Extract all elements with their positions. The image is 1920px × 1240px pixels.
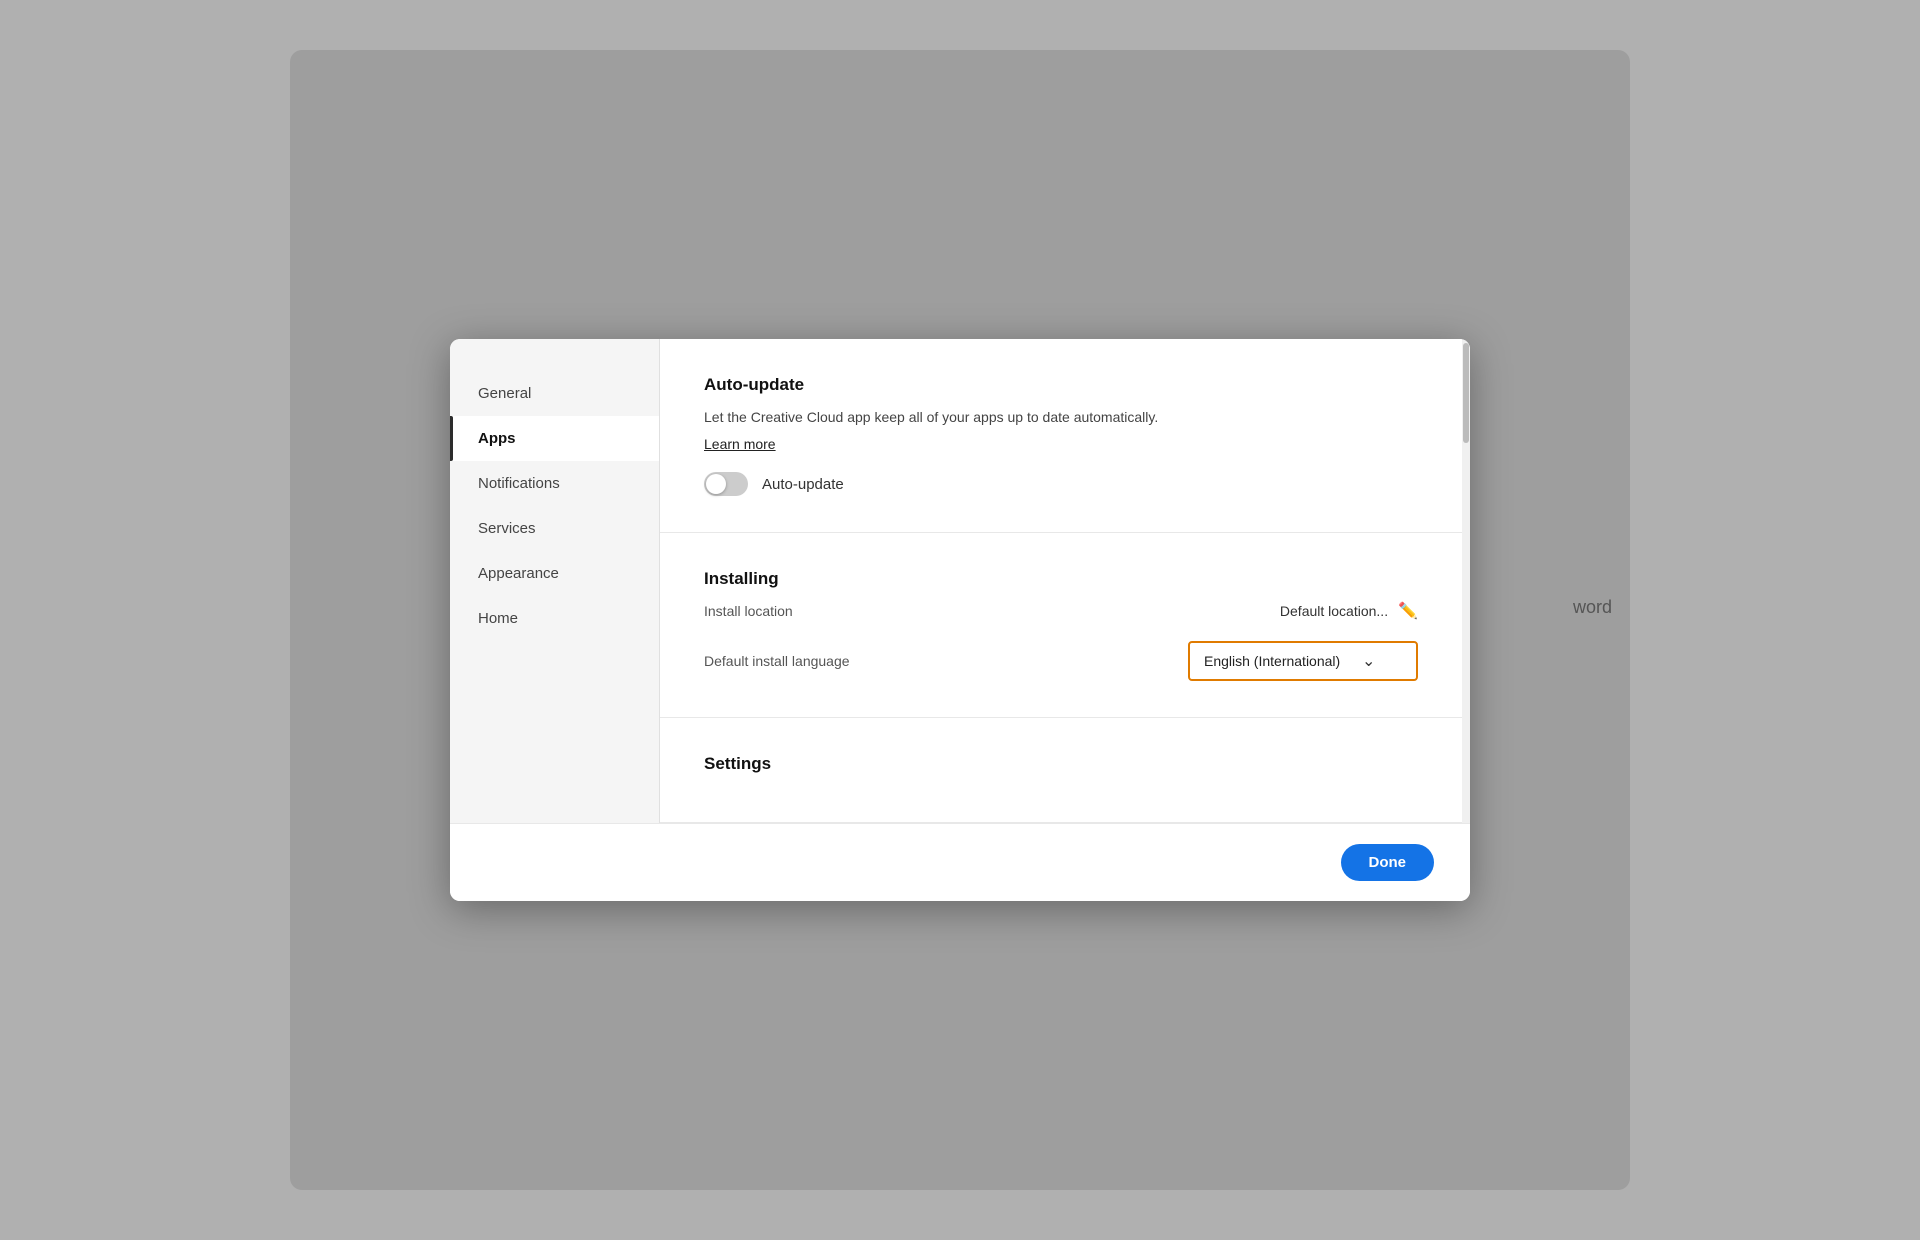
default-lang-row: Default install language English (Intern… [704, 641, 1418, 681]
lang-select-wrapper: English (International) English (US) Fre… [1188, 641, 1418, 681]
install-location-value-group: Default location... ✏️ [1280, 601, 1418, 621]
autoupdate-toggle-row: Auto-update [704, 472, 1418, 496]
scrollbar-thumb[interactable] [1463, 343, 1469, 443]
dialog-body: General Apps Notifications Services Appe… [450, 339, 1470, 823]
sidebar-item-home[interactable]: Home [450, 596, 659, 641]
toggle-knob [706, 474, 726, 494]
outer-background: word General Apps Notifications Services… [290, 50, 1630, 1190]
settings-title: Settings [704, 754, 1418, 774]
lang-select[interactable]: English (International) English (US) Fre… [1190, 643, 1416, 679]
installing-section: Installing Install location Default loca… [660, 533, 1462, 718]
sidebar-item-notifications[interactable]: Notifications [450, 461, 659, 506]
edit-location-icon[interactable]: ✏️ [1398, 601, 1418, 621]
sidebar-item-apps[interactable]: Apps [450, 416, 659, 461]
installing-title: Installing [704, 569, 1418, 589]
install-location-value: Default location... [1280, 603, 1388, 619]
autoupdate-toggle-label: Auto-update [762, 476, 844, 493]
autoupdate-section: Auto-update Let the Creative Cloud app k… [660, 339, 1462, 533]
install-location-row: Install location Default location... ✏️ [704, 601, 1418, 621]
sidebar-item-general[interactable]: General [450, 371, 659, 416]
default-lang-label: Default install language [704, 653, 850, 669]
install-location-label: Install location [704, 603, 793, 619]
settings-section: Settings [660, 718, 1462, 823]
password-hint: word [1573, 597, 1612, 618]
sidebar-item-services[interactable]: Services [450, 506, 659, 551]
autoupdate-toggle[interactable] [704, 472, 748, 496]
scrollbar-track[interactable] [1462, 339, 1470, 823]
autoupdate-title: Auto-update [704, 375, 1418, 395]
sidebar: General Apps Notifications Services Appe… [450, 339, 660, 823]
main-content: Auto-update Let the Creative Cloud app k… [660, 339, 1462, 823]
sidebar-item-appearance[interactable]: Appearance [450, 551, 659, 596]
dialog-footer: Done [450, 823, 1470, 901]
autoupdate-description: Let the Creative Cloud app keep all of y… [704, 407, 1418, 428]
done-button[interactable]: Done [1341, 844, 1435, 881]
settings-dialog: General Apps Notifications Services Appe… [450, 339, 1470, 901]
learn-more-link[interactable]: Learn more [704, 436, 776, 452]
